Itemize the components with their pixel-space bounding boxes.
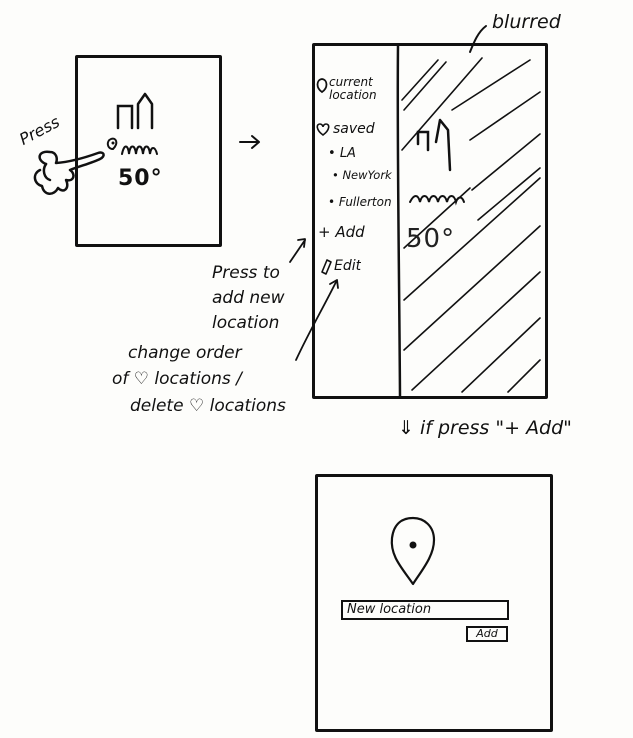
map-pin-icon <box>390 516 436 586</box>
new-location-input[interactable]: New location <box>341 600 509 620</box>
add-location-button[interactable]: Add <box>466 626 508 642</box>
